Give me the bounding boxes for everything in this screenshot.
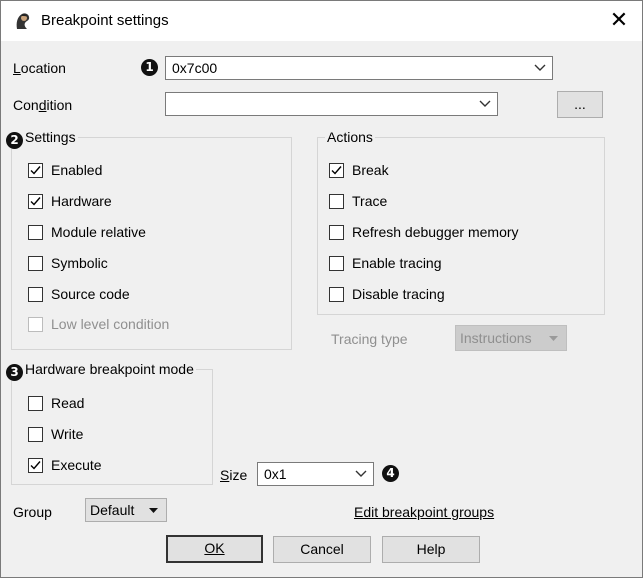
- enabled-label: Enabled: [51, 162, 103, 178]
- low-level-condition-label: Low level condition: [51, 316, 170, 332]
- checkbox-box[interactable]: [28, 287, 43, 302]
- hardware-label: Hardware: [51, 193, 112, 209]
- breakpoint-settings-dialog: Breakpoint settings ✕ Location 1 0x7c00 …: [0, 0, 643, 578]
- source-code-label: Source code: [51, 286, 130, 302]
- title-bar: Breakpoint settings ✕: [1, 1, 642, 41]
- location-label: Location: [13, 60, 66, 76]
- checkbox-box[interactable]: [329, 225, 344, 240]
- caret-down-icon[interactable]: [149, 508, 158, 514]
- settings-title-text: Settings: [25, 129, 76, 145]
- checkbox-box[interactable]: [28, 225, 43, 240]
- group-label: Group: [13, 504, 52, 520]
- group-dropdown[interactable]: Default: [85, 498, 167, 522]
- checkbox-box[interactable]: [329, 194, 344, 209]
- location-value: 0x7c00: [172, 60, 218, 76]
- callout-marker-3: 3: [6, 364, 23, 381]
- checkbox-box: [28, 317, 43, 332]
- condition-browse-button[interactable]: ...: [557, 91, 603, 118]
- break-label: Break: [352, 162, 389, 178]
- callout-marker-4: 4: [382, 465, 399, 482]
- chevron-down-icon[interactable]: [355, 469, 367, 479]
- write-label: Write: [51, 426, 84, 442]
- checkbox-box[interactable]: [28, 194, 43, 209]
- group-value: Default: [90, 502, 135, 518]
- ok-button-label: OK: [204, 540, 225, 556]
- trace-label: Trace: [352, 193, 388, 209]
- checkbox-box[interactable]: [28, 396, 43, 411]
- tracing-type-value: Instructions: [460, 330, 532, 346]
- dialog-body: Location 1 0x7c00 Condition ... 2 Setting…: [1, 41, 642, 577]
- checkbox-box[interactable]: [28, 458, 43, 473]
- dialog-title: Breakpoint settings: [41, 12, 169, 29]
- module-relative-label: Module relative: [51, 224, 146, 240]
- checkbox-box[interactable]: [329, 256, 344, 271]
- hw-mode-title-text: Hardware breakpoint mode: [25, 361, 194, 377]
- location-combobox[interactable]: 0x7c00: [165, 56, 553, 80]
- close-icon[interactable]: ✕: [607, 9, 631, 33]
- chevron-down-icon[interactable]: [534, 63, 546, 73]
- condition-combobox[interactable]: [165, 92, 498, 116]
- settings-group-title: 2 Settings: [4, 129, 78, 149]
- checkbox-box[interactable]: [329, 287, 344, 302]
- symbolic-label: Symbolic: [51, 255, 108, 271]
- ok-button[interactable]: OK: [166, 535, 263, 563]
- size-label: Size: [220, 467, 248, 483]
- size-combobox[interactable]: 0x1: [257, 462, 374, 486]
- size-value: 0x1: [264, 466, 287, 482]
- caret-down-icon: [549, 336, 558, 341]
- actions-group-title: Actions: [325, 129, 375, 145]
- execute-label: Execute: [51, 457, 102, 473]
- location-label-rest: ocation: [20, 60, 66, 76]
- checkbox-box[interactable]: [28, 256, 43, 271]
- enable-tracing-label: Enable tracing: [352, 255, 442, 271]
- checkbox-box[interactable]: [28, 427, 43, 442]
- disable-tracing-label: Disable tracing: [352, 286, 445, 302]
- refresh-debugger-memory-label: Refresh debugger memory: [352, 224, 519, 240]
- checkbox-box[interactable]: [28, 163, 43, 178]
- hardware-breakpoint-mode-title: 3 Hardware breakpoint mode: [4, 361, 196, 381]
- checkbox-box[interactable]: [329, 163, 344, 178]
- tracing-type-label: Tracing type: [331, 331, 408, 347]
- edit-breakpoint-groups-link[interactable]: Edit breakpoint groups: [354, 504, 494, 520]
- cancel-button[interactable]: Cancel: [273, 536, 371, 563]
- chevron-down-icon[interactable]: [479, 99, 491, 109]
- condition-label: Condition: [13, 97, 73, 113]
- callout-marker-2: 2: [6, 132, 23, 149]
- debugger-app-icon: [16, 13, 30, 29]
- help-button[interactable]: Help: [382, 536, 480, 563]
- callout-marker-1: 1: [141, 59, 158, 76]
- tracing-type-dropdown: Instructions: [455, 325, 567, 351]
- read-label: Read: [51, 395, 85, 411]
